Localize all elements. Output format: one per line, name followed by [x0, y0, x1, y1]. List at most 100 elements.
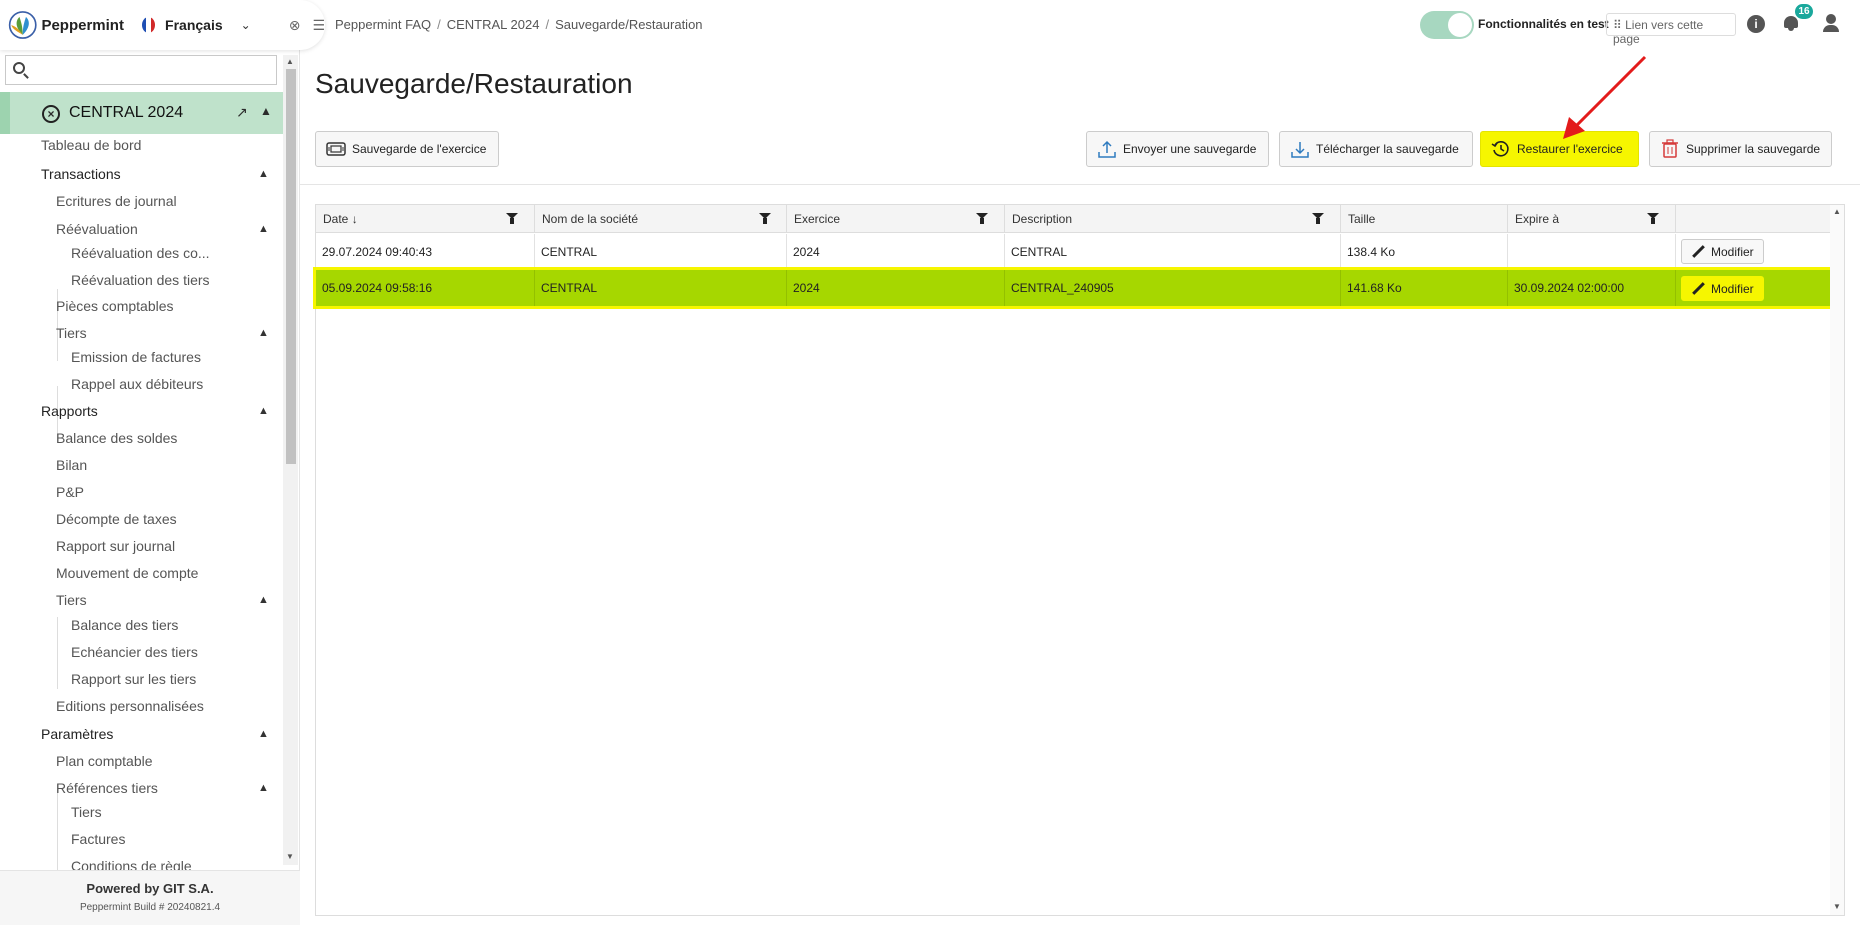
- test-features-toggle[interactable]: [1420, 11, 1474, 39]
- sidebar-item-central-2024[interactable]: × CENTRAL 2024 ↗ ▲: [0, 92, 283, 134]
- scroll-down-arrow-icon[interactable]: ▼: [286, 852, 294, 861]
- sidebar-item-references-tiers[interactable]: Références tiers: [56, 780, 158, 796]
- top-bar: Peppermint FAQ / CENTRAL 2024/Sauvegarde/R…: [300, 0, 1860, 50]
- delete-backup-label: Supprimer la sauvegarde: [1686, 142, 1821, 156]
- breadcrumb: Peppermint FAQ / CENTRAL 2024/Sauvegarde/R…: [335, 17, 703, 32]
- sidebar-section-rapports[interactable]: Rapports: [41, 403, 98, 419]
- toolbar-divider: [300, 184, 1860, 185]
- brand-bar: Peppermint Français ⌄ ⊗ ☰: [0, 0, 325, 50]
- cell-description: CENTRAL: [1005, 234, 1341, 268]
- sidebar-item-ecritures[interactable]: Ecritures de journal: [56, 193, 177, 209]
- chevron-up-icon[interactable]: ▲: [258, 223, 269, 235]
- filter-icon[interactable]: [506, 213, 518, 225]
- table-header: Date ↓ Nom de la société Exercice Descri…: [316, 205, 1830, 233]
- sidebar-item-tiers[interactable]: Tiers: [56, 325, 87, 341]
- save-archive-icon: [326, 142, 346, 156]
- sidebar-item-echeancier-tiers[interactable]: Echéancier des tiers: [71, 644, 198, 660]
- column-header-actions: [1676, 205, 1830, 233]
- cell-size: 138.4 Ko: [1341, 234, 1508, 268]
- sidebar-item-decompte-taxes[interactable]: Décompte de taxes: [56, 511, 177, 527]
- sidebar-item-plan-comptable[interactable]: Plan comptable: [56, 753, 153, 769]
- sidebar-item-reevaluation[interactable]: Réévaluation: [56, 221, 138, 237]
- external-link-icon[interactable]: ↗: [236, 104, 248, 121]
- filter-icon[interactable]: [1312, 213, 1324, 225]
- breadcrumb-root[interactable]: Peppermint FAQ: [335, 17, 431, 32]
- sidebar-item-reevaluation-comptes[interactable]: Réévaluation des co...: [71, 245, 210, 261]
- backup-table: Date ↓ Nom de la société Exercice Descri…: [313, 204, 1845, 916]
- sidebar-scrollbar[interactable]: ▲ ▼: [283, 55, 298, 865]
- sidebar-nav: × CENTRAL 2024 ↗ ▲ Tableau de bord Trans…: [0, 90, 283, 870]
- sidebar-item-reevaluation-tiers[interactable]: Réévaluation des tiers: [71, 272, 210, 288]
- close-circle-icon[interactable]: ⊗: [289, 17, 301, 34]
- chevron-up-icon[interactable]: ▲: [258, 168, 269, 180]
- user-icon[interactable]: [1822, 14, 1840, 32]
- sidebar-item-ref-tiers[interactable]: Tiers: [71, 804, 102, 820]
- sidebar-section-parametres[interactable]: Paramètres: [41, 726, 113, 742]
- table-scrollbar[interactable]: ▲ ▼: [1830, 205, 1844, 915]
- page-link-button[interactable]: ⠿ Lien vers cette page: [1606, 13, 1736, 46]
- menu-icon[interactable]: ☰: [312, 17, 325, 34]
- close-circle-icon[interactable]: ×: [42, 105, 60, 123]
- column-header-company[interactable]: Nom de la société: [535, 205, 787, 233]
- sidebar-item-mouvement-compte[interactable]: Mouvement de compte: [56, 565, 198, 581]
- delete-backup-button[interactable]: Supprimer la sauvegarde: [1649, 131, 1832, 167]
- cell-company: CENTRAL: [535, 234, 787, 268]
- cell-expires: 30.09.2024 02:00:00: [1508, 270, 1676, 306]
- modify-button[interactable]: Modifier: [1681, 239, 1764, 264]
- sidebar-item-rapport-tiers[interactable]: Rapport sur les tiers: [71, 671, 196, 687]
- upload-backup-button[interactable]: Envoyer une sauvegarde: [1086, 131, 1269, 167]
- chevron-up-icon[interactable]: ▲: [258, 594, 269, 606]
- sidebar-item-bilan[interactable]: Bilan: [56, 457, 87, 473]
- download-icon: [1291, 142, 1309, 158]
- history-icon: [1491, 141, 1509, 157]
- table-row[interactable]: 29.07.2024 09:40:43 CENTRAL 2024 CENTRAL…: [316, 234, 1830, 268]
- modify-button[interactable]: Modifier: [1681, 276, 1764, 301]
- sidebar-section-transactions[interactable]: Transactions: [41, 166, 121, 182]
- search-icon: [13, 62, 25, 74]
- search-input[interactable]: [30, 58, 274, 82]
- cell-description: CENTRAL_240905: [1005, 270, 1341, 306]
- filter-icon[interactable]: [1647, 213, 1659, 225]
- sidebar-item-editions[interactable]: Editions personnalisées: [56, 698, 204, 714]
- chevron-up-icon[interactable]: ▲: [258, 327, 269, 339]
- chevron-up-icon[interactable]: ▲: [258, 728, 269, 740]
- sidebar-item-ref-factures[interactable]: Factures: [71, 831, 125, 847]
- scroll-up-arrow-icon[interactable]: ▲: [286, 57, 294, 66]
- sidebar-item-pp[interactable]: P&P: [56, 484, 84, 500]
- sidebar-item-rapport-journal[interactable]: Rapport sur journal: [56, 538, 175, 554]
- column-header-year[interactable]: Exercice: [787, 205, 1005, 233]
- column-header-size[interactable]: Taille: [1341, 205, 1508, 233]
- sidebar-item-conditions[interactable]: Conditions de règle: [71, 858, 192, 870]
- download-backup-button[interactable]: Télécharger la sauvegarde: [1279, 131, 1473, 167]
- filter-icon[interactable]: [759, 213, 771, 225]
- backup-year-button[interactable]: Sauvegarde de l'exercice: [315, 131, 499, 167]
- sidebar-item-emission-factures[interactable]: Emission de factures: [71, 349, 201, 365]
- breadcrumb-company[interactable]: CENTRAL 2024: [447, 17, 540, 32]
- breadcrumb-page: Sauvegarde/Restauration: [555, 17, 703, 32]
- filter-icon[interactable]: [976, 213, 988, 225]
- scroll-down-arrow-icon[interactable]: ▼: [1833, 902, 1841, 911]
- chevron-up-icon[interactable]: ▲: [258, 782, 269, 794]
- sidebar-item-rappel-debiteurs[interactable]: Rappel aux débiteurs: [71, 376, 203, 392]
- language-selector[interactable]: Français: [165, 17, 223, 33]
- sidebar: × CENTRAL 2024 ↗ ▲ Tableau de bord Trans…: [0, 0, 300, 925]
- sidebar-footer: Powered by GIT S.A. Peppermint Build # 2…: [0, 870, 300, 925]
- sidebar-item-pieces[interactable]: Pièces comptables: [56, 298, 174, 314]
- pencil-icon: [1691, 282, 1705, 296]
- sidebar-item-balance-soldes[interactable]: Balance des soldes: [56, 430, 177, 446]
- chevron-down-icon[interactable]: ⌄: [241, 18, 251, 32]
- sidebar-item-rapports-tiers[interactable]: Tiers: [56, 592, 87, 608]
- chevron-up-icon[interactable]: ▲: [258, 405, 269, 417]
- info-icon[interactable]: i: [1747, 15, 1765, 33]
- chevron-up-icon[interactable]: ▲: [260, 104, 272, 118]
- upload-backup-label: Envoyer une sauvegarde: [1123, 142, 1257, 156]
- sidebar-item-balance-tiers[interactable]: Balance des tiers: [71, 617, 178, 633]
- scroll-up-arrow-icon[interactable]: ▲: [1833, 207, 1841, 216]
- modify-label: Modifier: [1711, 281, 1754, 296]
- column-header-expires[interactable]: Expire à: [1508, 205, 1676, 233]
- column-header-date[interactable]: Date ↓: [316, 205, 535, 233]
- column-header-description[interactable]: Description: [1005, 205, 1341, 233]
- sidebar-item-tableau-de-bord[interactable]: Tableau de bord: [41, 137, 141, 153]
- table-row-selected[interactable]: 05.09.2024 09:58:16 CENTRAL 2024 CENTRAL…: [313, 267, 1833, 309]
- sidebar-scrollbar-thumb[interactable]: [286, 69, 296, 464]
